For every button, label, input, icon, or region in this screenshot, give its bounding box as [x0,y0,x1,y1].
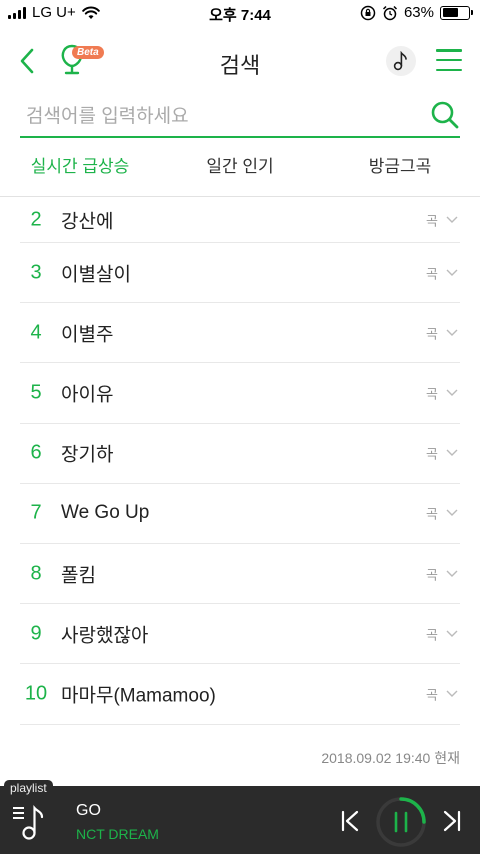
tab-just-that-song[interactable]: 방금그곡 [320,152,480,182]
chevron-down-icon[interactable] [446,570,458,578]
rank-type-label: 곡 [426,386,438,402]
rank-keyword: 마마무(Mamamoo) [61,685,216,707]
ranking-row[interactable]: 6 장기하 곡 [20,424,460,484]
rank-keyword: 장기하 [61,444,114,466]
chevron-down-icon[interactable] [446,389,458,397]
rank-number: 3 [30,261,42,284]
pause-button[interactable] [375,796,427,848]
menu-line [436,58,462,62]
rank-keyword: 사랑했잖아 [61,625,149,647]
previous-track-icon[interactable] [340,810,360,832]
ranking-row[interactable]: 7 We Go Up 곡 [20,484,460,544]
ranking-timestamp: 2018.09.02 19:40 현재 [321,750,460,766]
rank-number: 5 [30,381,42,404]
menu-line [436,49,462,52]
rank-number: 4 [30,321,42,344]
rank-number: 6 [30,441,42,464]
orientation-lock-icon [360,5,376,20]
tab-daily-popular[interactable]: 일간 인기 [160,152,320,182]
rank-number: 2 [30,208,42,230]
rank-type-label: 곡 [426,506,438,522]
chevron-down-icon[interactable] [446,216,458,224]
rank-number: 10 [24,682,48,705]
rank-keyword: We Go Up [61,502,150,524]
rank-keyword: 폴킴 [61,565,96,587]
rank-type-label: 곡 [426,687,438,703]
battery-percent: 63% [403,4,434,21]
ranking-row[interactable]: 9 사랑했잖아 곡 [20,604,460,665]
chevron-down-icon[interactable] [446,509,458,517]
hamburger-menu-button[interactable] [436,49,462,71]
rank-type-label: 곡 [426,446,438,462]
search-input[interactable] [26,102,406,132]
playlist-tab[interactable]: playlist [4,780,53,797]
rank-number: 8 [30,562,42,585]
ranking-row[interactable]: 3 이별살이 곡 [20,243,460,304]
battery-fill [442,8,459,17]
ranking-tabs: 실시간 급상승 일간 인기 방금그곡 [0,152,480,182]
rank-number: 7 [30,501,42,524]
rank-type-label: 곡 [426,213,438,228]
chevron-down-icon[interactable] [446,329,458,337]
rank-keyword: 이별살이 [61,264,131,286]
mini-player: playlist GO NCT DREAM [0,780,480,854]
ranking-row[interactable]: 2 강산에 곡 [20,197,460,243]
next-track-icon[interactable] [442,810,462,832]
rank-keyword: 강산에 [61,211,114,232]
chevron-down-icon[interactable] [446,690,458,698]
rank-keyword: 이별주 [61,324,114,346]
rank-number: 9 [30,622,42,645]
alarm-icon [382,5,397,20]
ranking-row[interactable]: 8 폴킴 곡 [20,544,460,605]
rank-keyword: 아이유 [61,384,114,406]
ranking-row[interactable]: 5 아이유 곡 [20,363,460,424]
search-icon[interactable] [430,100,460,130]
song-title[interactable]: GO [76,802,101,820]
playlist-icon[interactable] [12,802,52,842]
rank-type-label: 곡 [426,266,438,282]
battery-icon [440,5,473,20]
rank-type-label: 곡 [426,567,438,583]
song-artist[interactable]: NCT DREAM [76,826,159,842]
ranking-row[interactable]: 10 마마무(Mamamoo) 곡 [20,664,460,725]
ranking-list: 2 강산에 곡 3 이별살이 곡 4 이별주 곡 5 아이유 곡 6 장기하 곡… [20,197,460,725]
search-bar [20,96,460,138]
chevron-down-icon[interactable] [446,630,458,638]
menu-line [436,68,462,71]
chevron-down-icon[interactable] [446,449,458,457]
app-header: Beta 검색 [0,36,480,86]
ranking-row[interactable]: 4 이별주 곡 [20,303,460,364]
status-bar: LG U+ 오후 7:44 63% [0,0,480,28]
tab-realtime-rising[interactable]: 실시간 급상승 [0,152,160,182]
rank-type-label: 곡 [426,326,438,342]
music-note-icon [393,51,407,71]
music-note-button[interactable] [386,46,416,76]
rank-type-label: 곡 [426,627,438,643]
chevron-down-icon[interactable] [446,269,458,277]
status-right: 63% [360,4,473,21]
